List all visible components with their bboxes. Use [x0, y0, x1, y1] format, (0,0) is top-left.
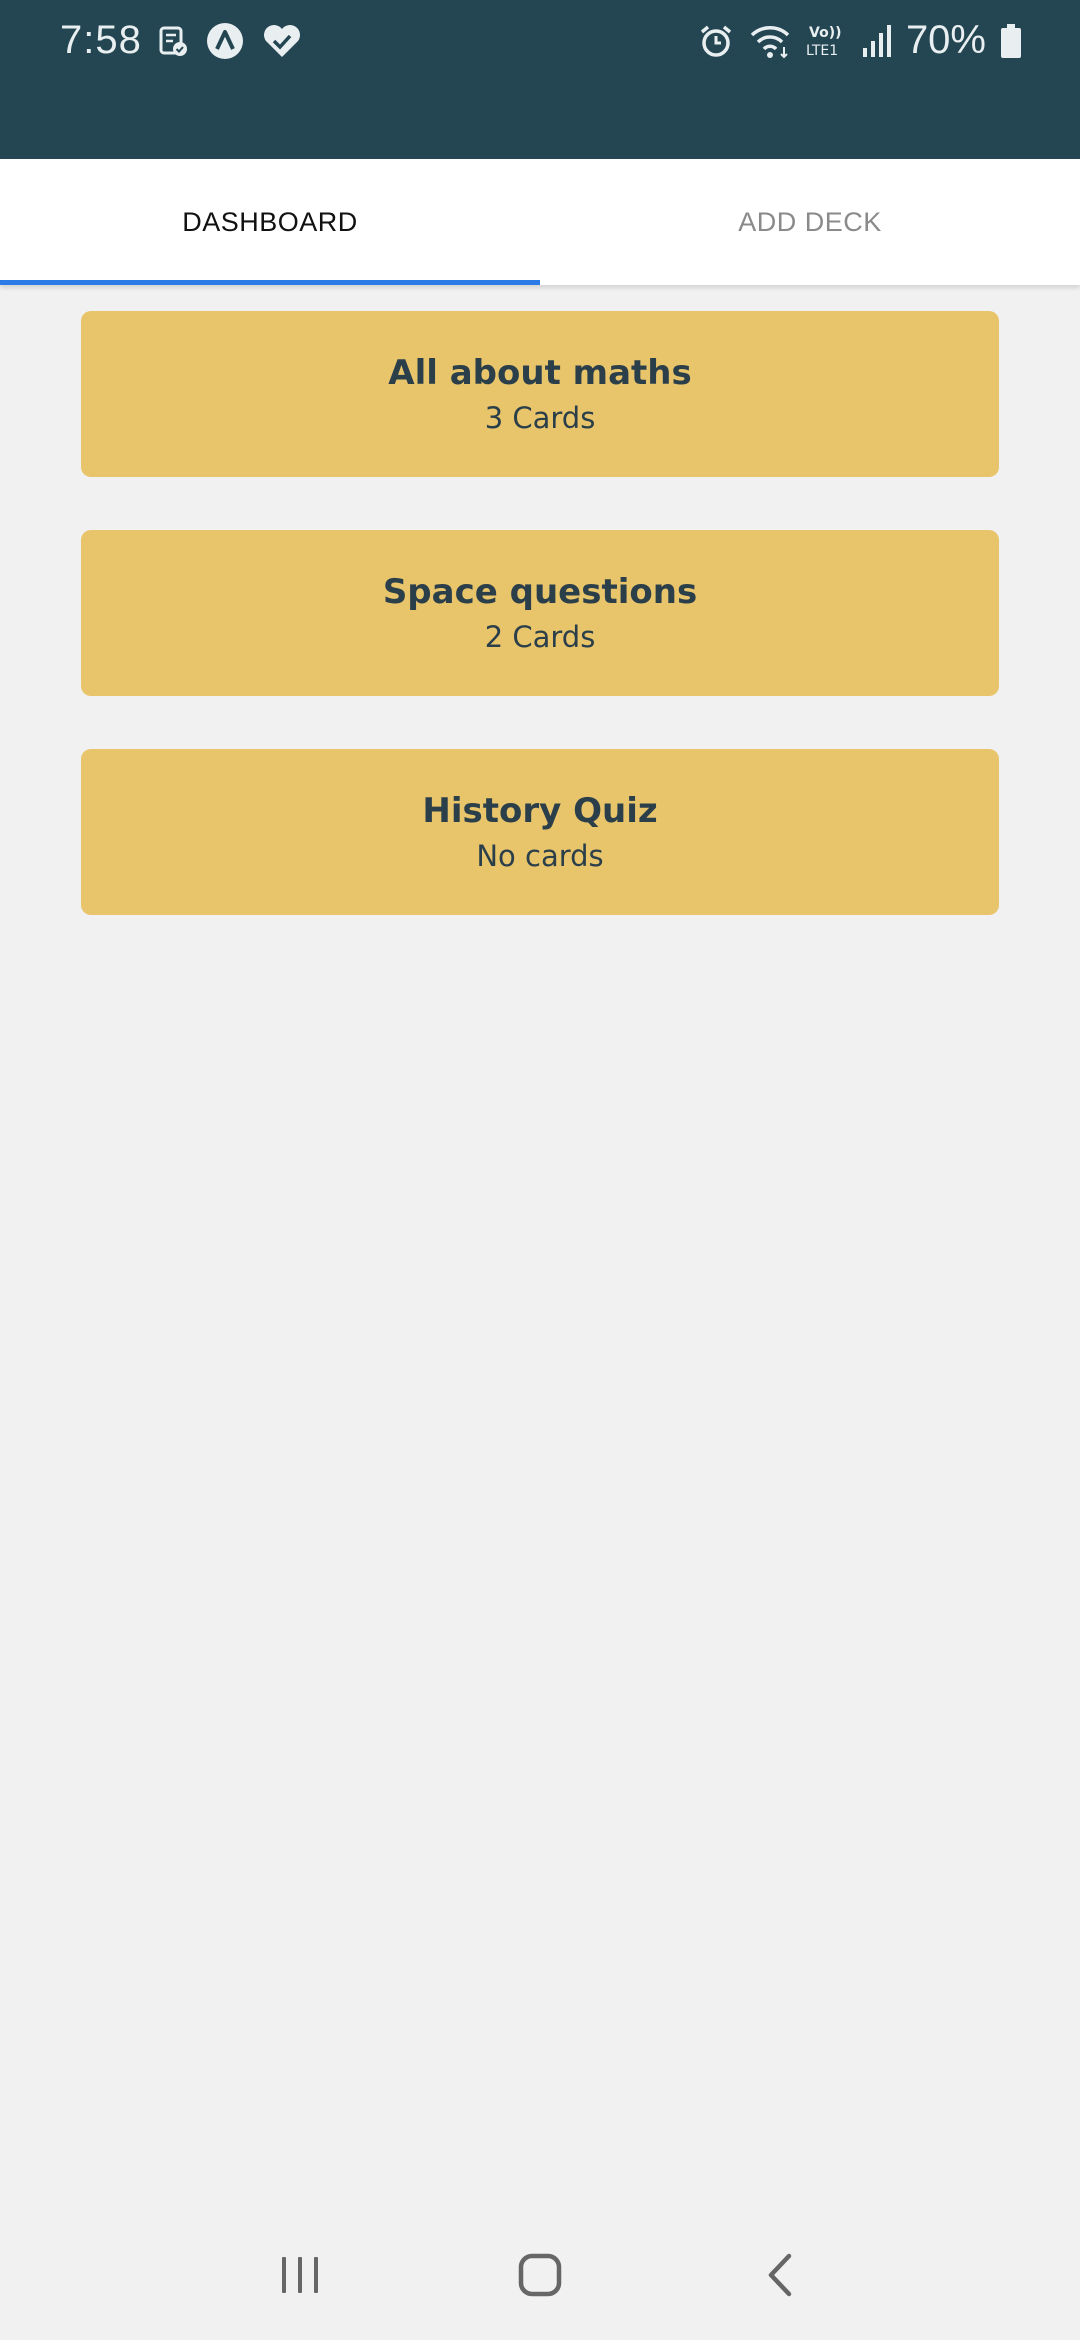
svg-text:LTE1: LTE1 — [806, 43, 838, 59]
tab-dashboard[interactable]: DASHBOARD — [0, 159, 540, 285]
deck-card[interactable]: History Quiz No cards — [81, 749, 999, 915]
deck-list: All about maths 3 Cards Space questions … — [81, 311, 999, 968]
back-icon[interactable] — [740, 2235, 820, 2315]
sim-manager-icon — [158, 25, 188, 57]
volte-icon: Vo)) LTE1 — [806, 23, 848, 59]
status-bar: 7:58 Vo)) LTE1 70% — [0, 0, 1080, 159]
battery-percentage: 70% — [905, 18, 986, 62]
wifi-icon — [748, 23, 792, 59]
tab-bar: DASHBOARD ADD DECK — [0, 159, 1080, 285]
deck-card[interactable]: All about maths 3 Cards — [81, 311, 999, 477]
status-right-icons: Vo)) LTE1 70% — [698, 18, 1022, 63]
deck-title: Space questions — [382, 572, 698, 612]
status-left-icons — [158, 22, 302, 60]
battery-icon — [1000, 23, 1022, 59]
signal-icon — [862, 24, 892, 58]
deck-card-count: 2 Cards — [484, 620, 596, 654]
deck-card[interactable]: Space questions 2 Cards — [81, 530, 999, 696]
deck-card-count: No cards — [476, 839, 604, 873]
health-icon — [262, 23, 302, 59]
tab-add-deck-label: ADD DECK — [738, 206, 882, 237]
system-nav-bar — [0, 2210, 1080, 2340]
alarm-icon — [698, 23, 734, 59]
deck-card-count: 3 Cards — [484, 401, 596, 435]
recent-apps-icon[interactable] — [260, 2235, 340, 2315]
status-time: 7:58 — [60, 18, 142, 62]
home-icon[interactable] — [500, 2235, 580, 2315]
deck-title: History Quiz — [422, 791, 658, 831]
tab-add-deck[interactable]: ADD DECK — [540, 159, 1080, 285]
active-tab-indicator — [0, 280, 540, 285]
deck-title: All about maths — [388, 353, 692, 393]
app-a-icon — [206, 22, 244, 60]
svg-text:Vo)): Vo)) — [809, 25, 841, 41]
tab-dashboard-label: DASHBOARD — [182, 206, 358, 237]
